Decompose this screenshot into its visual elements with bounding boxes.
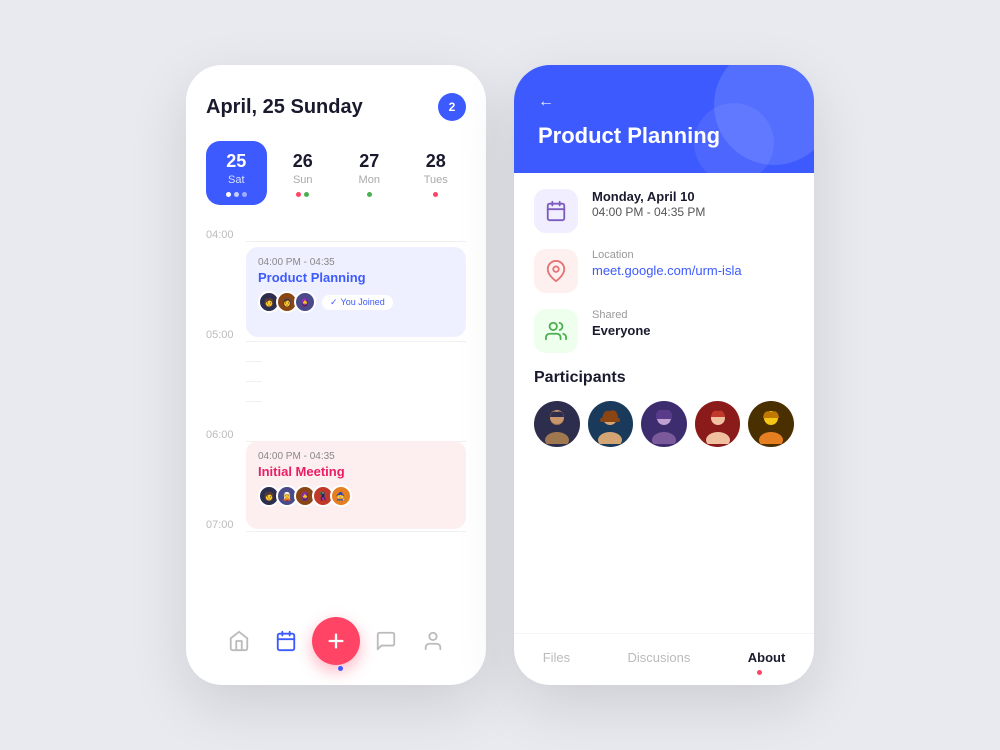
date-item-28[interactable]: 28 Tues (406, 141, 467, 205)
time-sub-divider (246, 381, 262, 382)
right-header: ← Product Planning (514, 65, 814, 173)
dot (242, 192, 247, 197)
right-phone: ← Product Planning Monday, April 10 04:0… (514, 65, 814, 685)
time-sub-divider (246, 361, 262, 362)
time-divider-0500 (246, 341, 466, 342)
left-header: April, 25 Sunday 2 (206, 93, 466, 121)
date-num-26: 26 (293, 151, 313, 172)
tab-discussions[interactable]: Discusions (628, 650, 691, 665)
event-time-im: 04:00 PM - 04:35 (258, 451, 454, 462)
detail-text-shared: Shared Everyone (592, 309, 651, 338)
dot (226, 192, 231, 197)
detail-date: Monday, April 10 (592, 189, 705, 204)
date-dots-28 (433, 192, 438, 197)
joined-label: You Joined (341, 297, 385, 307)
event-title-im: Initial Meeting (258, 464, 454, 479)
event-footer-pp: 🧑 👩 🧕 ✓ You Joined (258, 291, 454, 313)
detail-text-datetime: Monday, April 10 04:00 PM - 04:35 PM (592, 189, 705, 219)
notification-badge[interactable]: 2 (438, 93, 466, 121)
nav-calendar[interactable] (266, 621, 306, 661)
time-label-0500: 05:00 (206, 329, 234, 341)
joined-badge: ✓ You Joined (322, 295, 393, 310)
bottom-nav (206, 601, 466, 685)
time-divider-0700 (246, 531, 466, 532)
date-dots-27 (367, 192, 372, 197)
event-initial-meeting[interactable]: 04:00 PM - 04:35 Initial Meeting 🧑 🧝 🧕 🦹… (246, 441, 466, 529)
detail-value-shared: Everyone (592, 323, 651, 338)
nav-active-dot (338, 666, 343, 671)
tab-active-dot (757, 670, 762, 675)
tab-about[interactable]: About (748, 650, 786, 665)
participants-avatars (534, 401, 794, 447)
participants-title: Participants (534, 369, 794, 387)
date-item-25[interactable]: 25 Sat (206, 141, 267, 205)
bottom-tabs: Files Discusions About (514, 633, 814, 685)
right-body: Monday, April 10 04:00 PM - 04:35 PM Loc… (514, 173, 814, 633)
nav-chat[interactable] (366, 621, 406, 661)
detail-row-shared: Shared Everyone (534, 309, 794, 353)
date-dots-25 (226, 192, 247, 197)
date-day-27: Mon (359, 174, 380, 186)
date-day-28: Tues (424, 174, 448, 186)
participant-avatar-4[interactable] (695, 401, 741, 447)
nav-profile[interactable] (413, 621, 453, 661)
date-num-25: 25 (226, 151, 246, 172)
dot (304, 192, 309, 197)
event-title-pp: Product Planning (258, 270, 454, 285)
date-item-27[interactable]: 27 Mon (339, 141, 400, 205)
date-strip: 25 Sat 26 Sun 27 Mon (206, 141, 466, 205)
time-label-0600: 06:00 (206, 429, 234, 441)
nav-home[interactable] (219, 621, 259, 661)
detail-icon-shared (534, 309, 578, 353)
dot (234, 192, 239, 197)
detail-text-location: Location meet.google.com/urm-isla (592, 249, 742, 278)
participant-avatar-1[interactable] (534, 401, 580, 447)
date-num-28: 28 (426, 151, 446, 172)
event-time-pp: 04:00 PM - 04:35 (258, 257, 454, 268)
detail-row-location: Location meet.google.com/urm-isla (534, 249, 794, 293)
date-day-26: Sun (293, 174, 313, 186)
left-phone: April, 25 Sunday 2 25 Sat 26 Sun (186, 65, 486, 685)
detail-icon-datetime (534, 189, 578, 233)
dot (296, 192, 301, 197)
back-button[interactable]: ← (538, 93, 790, 111)
detail-time: 04:00 PM - 04:35 PM (592, 205, 705, 219)
dot (367, 192, 372, 197)
participant-avatar-2[interactable] (588, 401, 634, 447)
avatar-group-pp: 🧑 👩 🧕 (258, 291, 316, 313)
check-icon: ✓ (330, 297, 338, 308)
avatar-im-5: 🧙 (330, 485, 352, 507)
detail-label-location: Location (592, 249, 742, 261)
participant-avatar-3[interactable] (641, 401, 687, 447)
dot (433, 192, 438, 197)
schedule: 04:00 05:00 06:00 07:00 04:00 PM - 04:35… (206, 229, 466, 601)
nav-add-button[interactable] (312, 617, 360, 665)
date-day-25: Sat (228, 174, 245, 186)
detail-value-location[interactable]: meet.google.com/urm-isla (592, 263, 742, 278)
date-num-27: 27 (359, 151, 379, 172)
time-label-0700: 07:00 (206, 519, 234, 531)
date-dots-26 (296, 192, 309, 197)
detail-row-datetime: Monday, April 10 04:00 PM - 04:35 PM (534, 189, 794, 233)
time-label-0400: 04:00 (206, 229, 234, 241)
avatar-group-im: 🧑 🧝 🧕 🦹 🧙 (258, 485, 352, 507)
participants-section: Participants (534, 369, 794, 447)
time-sub-divider (246, 401, 262, 402)
event-footer-im: 🧑 🧝 🧕 🦹 🧙 (258, 485, 454, 507)
time-divider-0400 (246, 241, 466, 242)
participant-avatar-5[interactable] (748, 401, 794, 447)
detail-title: Product Planning (538, 123, 790, 149)
date-item-26[interactable]: 26 Sun (273, 141, 334, 205)
detail-icon-location (534, 249, 578, 293)
page-title: April, 25 Sunday (206, 96, 363, 119)
detail-label-shared: Shared (592, 309, 651, 321)
avatar-pp-3: 🧕 (294, 291, 316, 313)
event-product-planning[interactable]: 04:00 PM - 04:35 Product Planning 🧑 👩 🧕 … (246, 247, 466, 337)
tab-files[interactable]: Files (543, 650, 570, 665)
